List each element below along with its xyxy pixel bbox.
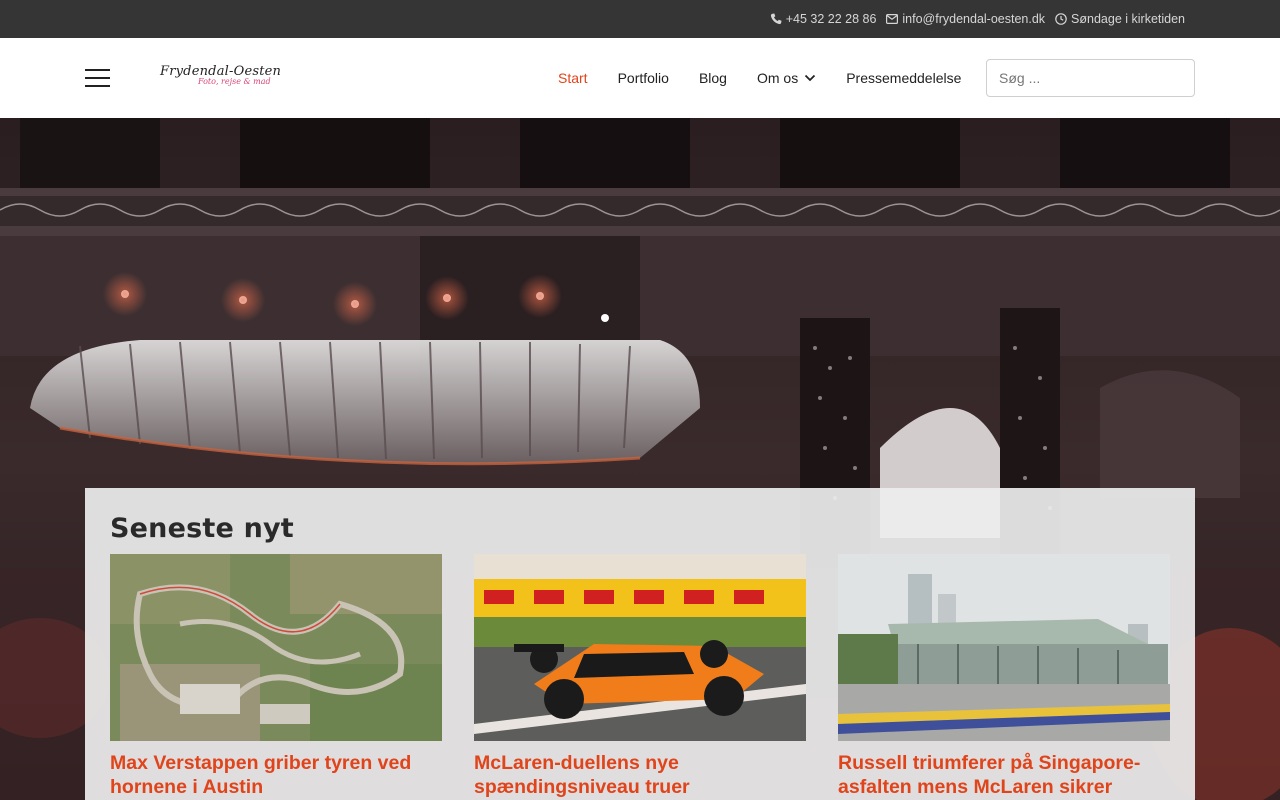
phone-contact[interactable]: +45 32 22 28 86 — [770, 12, 877, 26]
news-card: McLaren-duellens nye spændingsniveau tru… — [474, 554, 806, 799]
nav-item-om-os-label: Om os — [756, 70, 799, 86]
opening-hours: Søndage i kirketiden — [1055, 12, 1185, 26]
hours-text: Søndage i kirketiden — [1071, 12, 1185, 26]
hamburger-menu-icon[interactable] — [85, 68, 111, 88]
news-card-image-pit-building[interactable] — [838, 554, 1170, 741]
nav-item-om-os[interactable]: Om os — [742, 70, 831, 86]
news-card-title[interactable]: McLaren-duellens nye spændingsniveau tru… — [474, 751, 806, 799]
nav-item-blog[interactable]: Blog — [684, 70, 742, 86]
site-logo[interactable]: Frydendal-Oesten Foto, rejse & mad — [160, 64, 281, 94]
envelope-icon — [886, 14, 899, 24]
latest-news-section: Seneste nyt Max Verstappen griber tyren … — [85, 488, 1195, 800]
logo-tagline: Foto, rejse & mad — [198, 77, 271, 86]
nav-item-portfolio[interactable]: Portfolio — [603, 70, 684, 86]
news-card: Russell triumferer på Singapore-asfalten… — [838, 554, 1170, 799]
phone-icon — [770, 13, 782, 25]
nav-item-start[interactable]: Start — [543, 70, 603, 86]
search-input[interactable] — [987, 60, 1194, 96]
news-card: Max Verstappen griber tyren ved hornene … — [110, 554, 442, 799]
news-card-image-circuit-aerial[interactable] — [110, 554, 442, 741]
nav-item-pressemeddelelse[interactable]: Pressemeddelelse — [831, 70, 976, 86]
search-box — [986, 59, 1195, 97]
news-card-image-f1-car[interactable] — [474, 554, 806, 741]
clock-icon — [1055, 13, 1067, 25]
site-header: Frydendal-Oesten Foto, rejse & mad Start… — [0, 38, 1280, 118]
top-info-bar: +45 32 22 28 86 info@frydendal-oesten.dk… — [0, 0, 1280, 38]
contact-info: +45 32 22 28 86 info@frydendal-oesten.dk… — [770, 0, 1185, 38]
main-navigation: Start Portfolio Blog Om os Pressemeddele… — [543, 38, 976, 118]
news-card-title[interactable]: Max Verstappen griber tyren ved hornene … — [110, 751, 442, 799]
email-contact[interactable]: info@frydendal-oesten.dk — [886, 12, 1045, 26]
email-address: info@frydendal-oesten.dk — [902, 12, 1046, 26]
section-heading: Seneste nyt — [110, 513, 294, 544]
phone-number: +45 32 22 28 86 — [785, 12, 877, 26]
chevron-down-icon — [805, 74, 816, 82]
news-card-title[interactable]: Russell triumferer på Singapore-asfalten… — [838, 751, 1170, 799]
